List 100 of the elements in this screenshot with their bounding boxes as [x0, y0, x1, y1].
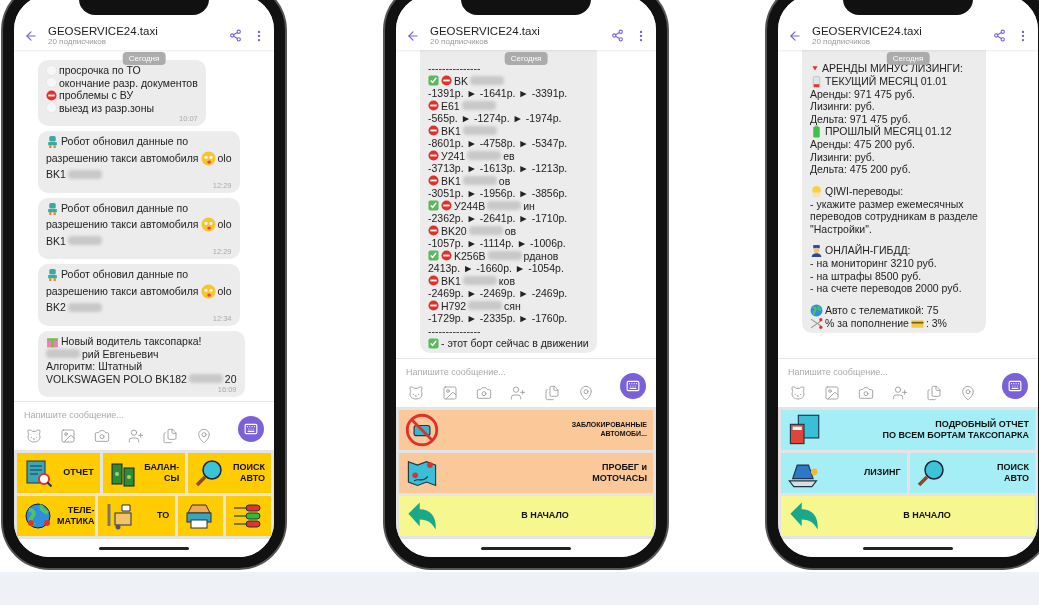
keyboard-button[interactable] — [238, 416, 264, 442]
sticker-icon[interactable] — [26, 428, 42, 444]
check-icon — [428, 200, 439, 212]
blurred-text — [46, 349, 80, 359]
keyboard-icon — [244, 422, 258, 436]
sticker-icon[interactable] — [408, 385, 424, 401]
message-text: BK1 — [441, 124, 461, 137]
message-text: переводов сотрудникам в разделе — [810, 210, 978, 223]
no-entry-icon — [428, 150, 439, 162]
message-text: E61 — [441, 99, 460, 112]
keyboard-key[interactable]: БАЛАН- СЫ — [102, 453, 186, 493]
blurred-text — [487, 251, 522, 261]
no-entry-icon — [428, 225, 439, 237]
share-icon[interactable] — [611, 29, 624, 42]
user-icon[interactable] — [128, 428, 144, 444]
channel-title: GEOSERVICE24.taxi — [812, 25, 923, 37]
image-icon[interactable] — [442, 385, 458, 401]
message-text: % за пополнение — [825, 316, 909, 330]
no-entry-icon — [428, 300, 439, 312]
message-text: - этот борт сейчас в движении — [441, 337, 589, 350]
keyboard-key[interactable]: В НАЧАЛО — [399, 496, 653, 536]
no-entry-icon — [428, 275, 439, 287]
share-icon[interactable] — [993, 29, 1006, 42]
message-text: У244В — [454, 199, 486, 212]
user-icon[interactable] — [510, 385, 526, 401]
camera-icon[interactable] — [858, 385, 874, 401]
location-icon[interactable] — [196, 428, 212, 444]
message-text: BK — [454, 74, 468, 87]
share-icon[interactable] — [229, 29, 242, 42]
camera-icon[interactable] — [94, 428, 110, 444]
subscriber-count: 20 подписчиков — [48, 37, 108, 46]
message-text: разрешению такси автомобиля — [46, 151, 199, 165]
message-text: Дельта: 475 200 руб. — [810, 163, 911, 176]
message-text: ТЕКУЩИЙ МЕСЯЦ 01.01 — [825, 74, 948, 88]
message-text: 20 — [224, 372, 237, 385]
keyboard-key[interactable]: ТЕЛЕ- МАТИКА — [17, 496, 95, 536]
message-text: разрешению такси автомобиля — [46, 218, 199, 231]
user-icon[interactable] — [892, 385, 908, 401]
magnifier-icon — [915, 458, 946, 488]
globe-icon — [810, 303, 823, 317]
blurred-text — [468, 226, 503, 236]
message-text: Новый водитель таксопарка! — [61, 334, 202, 348]
message-text: BK2 — [46, 301, 66, 314]
subscriber-count: 20 подписчиков — [430, 37, 490, 46]
message-text: - укажите размер ежемесячных — [810, 197, 964, 210]
files-icon[interactable] — [926, 385, 942, 401]
keyboard-button[interactable] — [620, 373, 646, 399]
blurred-text — [462, 126, 497, 136]
keyboard-key[interactable]: ОТЧЕТ — [17, 453, 100, 493]
message-text: -1391р. ► -1641р. ► -3391р. — [428, 87, 568, 100]
files-icon[interactable] — [162, 428, 178, 444]
message-text: -3051р. ► -1956р. ► -3856р. — [428, 187, 568, 200]
blurred-text — [467, 151, 502, 161]
message-text: рданов — [523, 249, 559, 262]
back-icon[interactable] — [788, 28, 802, 43]
message-text: BK1 — [441, 274, 461, 287]
officer-icon — [810, 244, 823, 257]
keyboard-key[interactable]: ПОИСК АВТО — [909, 453, 1035, 493]
subscriber-count: 20 подписчиков — [812, 37, 872, 46]
message-text: VOLKSWAGEN POLO BK182 — [46, 372, 187, 385]
keyboard-button[interactable] — [1002, 373, 1028, 399]
circle-icon — [46, 77, 57, 89]
message-text: Робот обновил данные по — [61, 268, 189, 281]
keyboard-key[interactable]: ПОИСК АВТО — [188, 453, 271, 493]
message-text: выезд из разр.зоны — [59, 101, 154, 114]
message-text: -3713р. ► -1613р. ► -1213р. — [428, 162, 568, 175]
blurred-text — [462, 176, 497, 186]
message-text: -2362р. ► -2641р. ► -1710р. — [428, 212, 568, 225]
image-icon[interactable] — [60, 428, 76, 444]
blurred-text — [470, 76, 504, 86]
location-icon[interactable] — [960, 385, 976, 401]
message-text: -565р. ► -1274р. ► -1974р. — [428, 112, 562, 125]
message-text: -1057р. ► -1114р. ► -1006р. — [428, 237, 566, 250]
blurred-text — [67, 169, 102, 179]
sticker-icon[interactable] — [790, 385, 806, 401]
circle-icon — [46, 102, 57, 114]
camera-icon[interactable] — [476, 385, 492, 401]
keyboard-key[interactable]: ТО — [97, 496, 176, 536]
keyboard-key[interactable] — [226, 496, 271, 536]
blurred-text — [461, 101, 496, 111]
message-text: -8601р. ► -4758р. ► -5347р. — [428, 137, 568, 150]
globe-icon — [23, 501, 53, 531]
keyboard-key[interactable]: ПРОБЕГ и МОТОЧАСЫ — [399, 453, 653, 493]
check-icon — [428, 250, 439, 262]
files-icon[interactable] — [544, 385, 560, 401]
keyboard-key[interactable]: ЛИЗИНГ — [781, 453, 907, 493]
no-entry-icon — [46, 89, 57, 101]
no-car-icon — [405, 413, 439, 447]
back-icon[interactable] — [406, 28, 420, 43]
message-text: --------------- — [428, 324, 481, 337]
image-icon[interactable] — [824, 385, 840, 401]
location-icon[interactable] — [578, 385, 594, 401]
keyboard-key[interactable]: ПОДРОБНЫЙ ОТЧЕТ ПО ВСЕМ БОРТАМ ТАКСОПАРКА — [781, 410, 1035, 450]
keyboard-key[interactable]: В НАЧАЛО — [781, 496, 1035, 536]
keyboard-key[interactable] — [178, 496, 224, 536]
battery-icon — [810, 74, 823, 88]
message-text: У241 — [441, 149, 466, 162]
message-text: olo — [217, 151, 232, 165]
back-icon[interactable] — [24, 28, 38, 43]
smiley-icon — [200, 283, 216, 299]
